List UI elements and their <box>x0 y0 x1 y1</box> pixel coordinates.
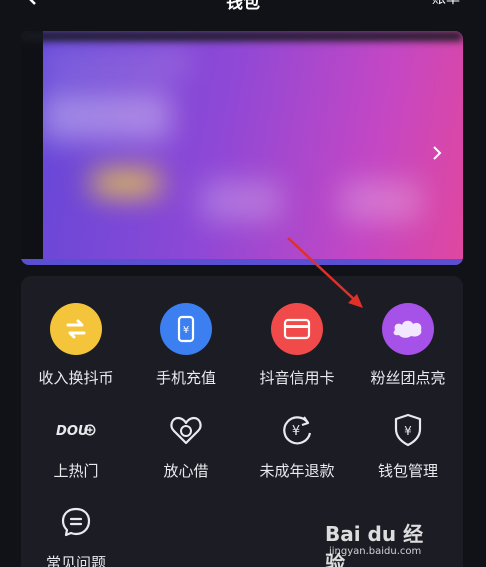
menu-item-label: 抖音信用卡 <box>259 369 335 387</box>
card-top-shadow <box>21 31 463 41</box>
top-bar: 钱包 账单 <box>0 0 486 13</box>
credit-card-icon <box>271 303 323 355</box>
svg-text:¥: ¥ <box>183 325 189 336</box>
menu-item-label: 上热门 <box>53 462 99 480</box>
dou-plus-icon: DOU <box>56 410 96 450</box>
menu-item-label: 钱包管理 <box>377 462 438 480</box>
menu-item-label: 放心借 <box>163 462 209 480</box>
fan-club-icon <box>382 303 434 355</box>
svg-text:¥: ¥ <box>404 424 412 438</box>
card-bottom-strip <box>21 259 463 265</box>
menu-item-credit-card[interactable]: 抖音信用卡 <box>242 303 352 388</box>
blurred-card-content <box>21 31 463 265</box>
watermark-brand: Bai du 经验 <box>325 522 424 567</box>
wallet-shield-icon: ¥ <box>388 410 428 450</box>
svg-text:¥: ¥ <box>292 424 300 439</box>
menu-item-label: 收入换抖币 <box>38 369 114 387</box>
menu-item-phone-recharge[interactable]: ¥ 手机充值 <box>131 303 241 388</box>
menu-item-minor-refund[interactable]: ¥ 未成年退款 <box>242 410 352 481</box>
loan-icon <box>166 410 206 450</box>
svg-text:DOU: DOU <box>56 424 89 439</box>
menu-item-label: 粉丝团点亮 <box>370 369 446 387</box>
card-left-shadow <box>21 31 43 265</box>
menu-item-income-exchange[interactable]: 收入换抖币 <box>21 303 131 388</box>
bill-link[interactable]: 账单 <box>432 0 460 8</box>
faq-icon <box>56 502 96 542</box>
menu-item-label: 常见问题 <box>45 554 106 567</box>
exchange-icon <box>50 303 102 355</box>
page-title: 钱包 <box>226 0 260 13</box>
watermark-url: jingyan.baidu.com <box>329 546 422 557</box>
chevron-right-icon[interactable] <box>431 145 443 161</box>
menu-item-label: 手机充值 <box>155 369 216 387</box>
minor-refund-icon: ¥ <box>277 410 317 450</box>
menu-item-dou-plus[interactable]: DOU 上热门 <box>21 410 131 481</box>
menu-item-wallet-management[interactable]: ¥ 钱包管理 <box>353 410 463 481</box>
menu-item-fan-club[interactable]: 粉丝团点亮 <box>353 303 463 388</box>
menu-item-faq[interactable]: 常见问题 <box>21 502 131 567</box>
phone-recharge-icon: ¥ <box>160 303 212 355</box>
services-panel: 收入换抖币 ¥ 手机充值 抖音信用卡 粉丝团点亮 DOU 上热门 放心借 ¥ 未… <box>21 276 463 567</box>
menu-item-label: 未成年退款 <box>259 462 335 480</box>
menu-item-loan[interactable]: 放心借 <box>131 410 241 481</box>
baidu-jingyan-watermark: Bai du 经验 jingyan.baidu.com <box>325 518 435 567</box>
balance-card[interactable] <box>21 31 463 265</box>
